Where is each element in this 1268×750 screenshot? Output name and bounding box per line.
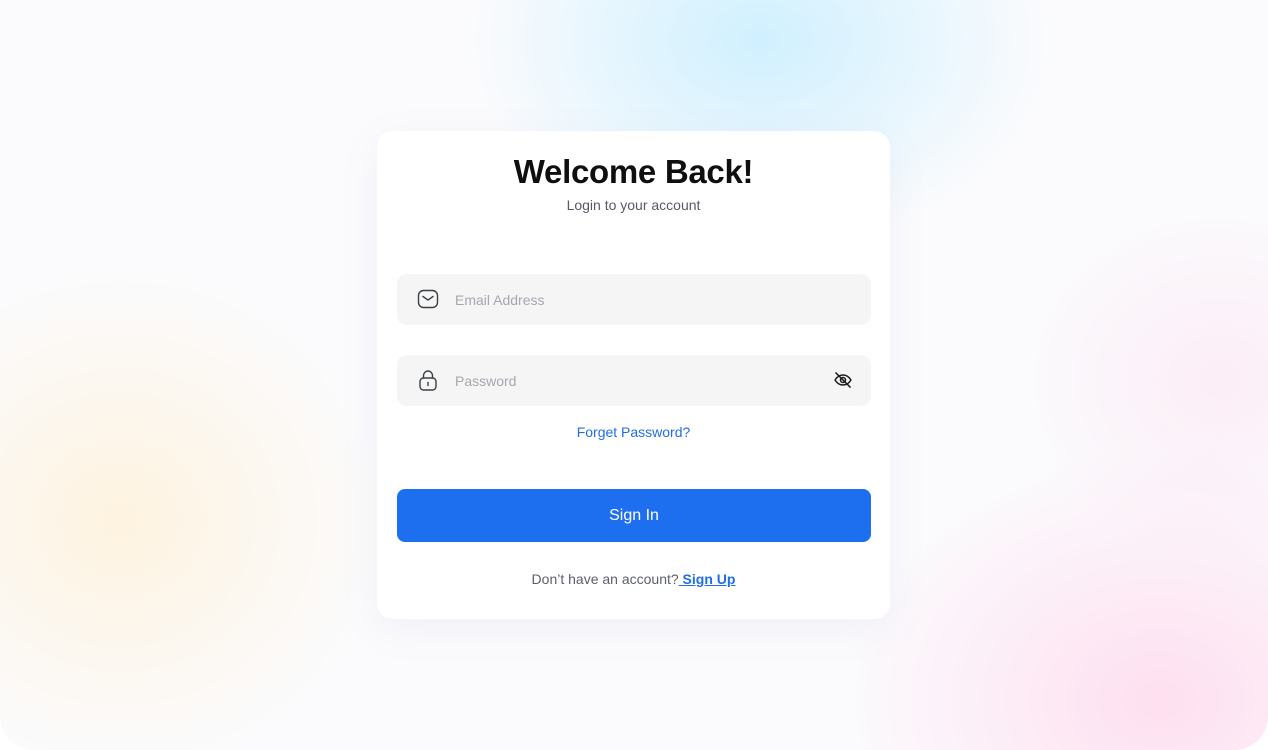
page-title: Welcome Back!	[513, 153, 754, 190]
password-input[interactable]	[455, 355, 815, 406]
sign-in-button[interactable]: Sign In	[397, 489, 871, 542]
page-background: Welcome Back! Login to your account Forg…	[0, 0, 1268, 750]
forgot-password-link[interactable]: Forget Password?	[377, 424, 890, 440]
email-field[interactable]	[397, 274, 871, 325]
login-card: Welcome Back! Login to your account Forg…	[377, 131, 890, 619]
signup-row: Don’t have an account? Sign Up	[377, 571, 890, 587]
lock-icon	[419, 370, 437, 391]
signup-prompt: Don’t have an account?	[531, 571, 679, 587]
mail-icon	[417, 289, 439, 309]
eye-off-icon[interactable]	[833, 370, 853, 390]
password-field[interactable]	[397, 355, 871, 406]
sign-up-link[interactable]: Sign Up	[679, 571, 736, 587]
page-subtitle: Login to your account	[566, 197, 701, 213]
email-input[interactable]	[455, 274, 815, 325]
